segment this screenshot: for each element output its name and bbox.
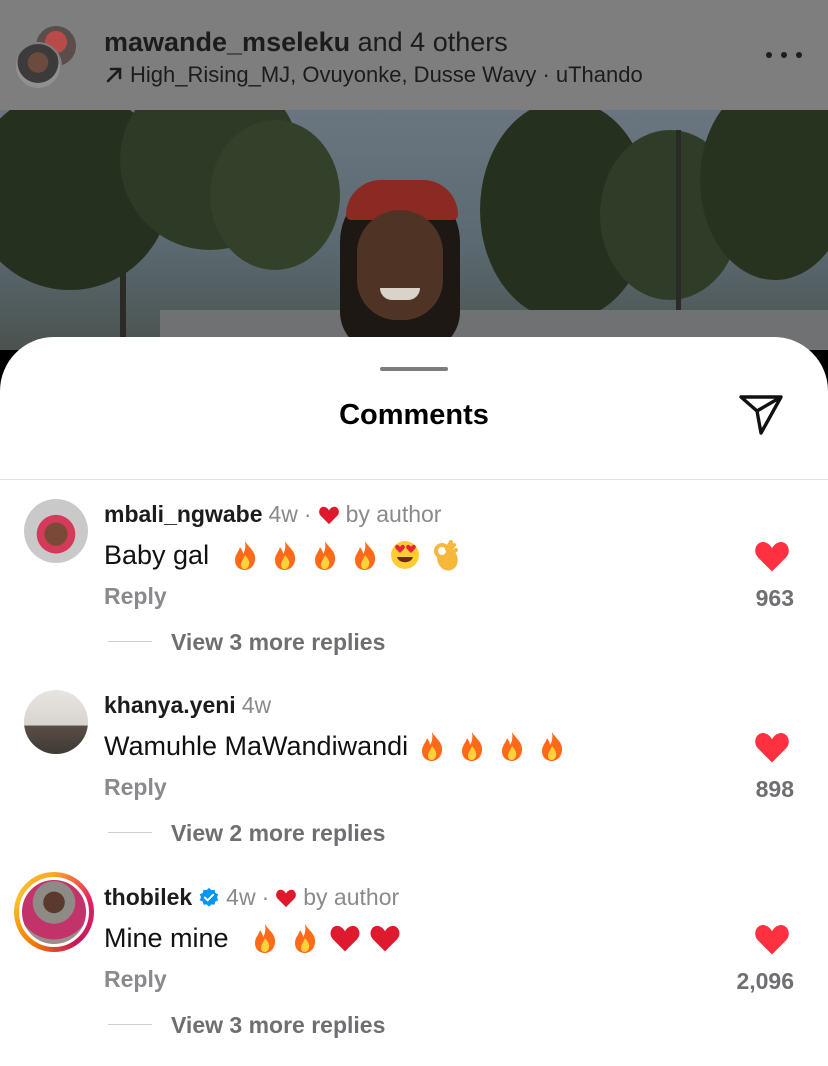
- comment-text-content: Mine mine: [104, 922, 229, 953]
- fire-emoji: [315, 541, 336, 570]
- sheet-title: Comments: [339, 399, 489, 431]
- comment-text-content: Baby gal: [104, 539, 210, 570]
- collaborators-text: High_Rising_MJ, Ovuyonke, Dusse Wavy · u…: [130, 62, 643, 87]
- comment-text-content: Wamuhle MaWandiwandi: [104, 730, 409, 761]
- comments-sheet: Comments mbali_ngwabe 4w · by author Bab…: [0, 337, 828, 1066]
- separator-dot: ·: [303, 501, 312, 527]
- view-replies-button[interactable]: View 3 more replies: [171, 629, 385, 656]
- comment-username[interactable]: khanya.yeni: [104, 692, 236, 719]
- post-photo: [0, 110, 828, 350]
- comment-item: khanya.yeni 4w Wamuhle MaWandiwandi Repl…: [0, 690, 828, 880]
- fire-emoji: [235, 541, 256, 570]
- verified-badge-icon: [200, 887, 219, 907]
- ok-hand-emoji: [434, 540, 459, 571]
- post-author-username[interactable]: mawande_mseleku: [104, 27, 350, 57]
- fire-emoji: [542, 732, 563, 761]
- avatar[interactable]: [24, 690, 88, 754]
- by-author-label: by author: [345, 501, 442, 527]
- reply-button[interactable]: Reply: [104, 966, 167, 993]
- fire-emoji: [422, 732, 443, 761]
- comment-text: Baby gal: [104, 539, 461, 571]
- like-heart-icon[interactable]: [752, 730, 792, 764]
- fire-emoji: [502, 732, 523, 761]
- avatar-story-ring[interactable]: [14, 872, 94, 952]
- heart-eyes-emoji: [391, 541, 420, 569]
- thread-line: [108, 641, 152, 642]
- share-send-icon[interactable]: [737, 391, 785, 437]
- red-heart-emoji: [370, 925, 400, 952]
- post-others-label: and 4 others: [350, 27, 508, 57]
- avatar: [19, 877, 89, 947]
- fire-emoji: [254, 924, 275, 953]
- fire-emoji: [294, 924, 315, 953]
- more-options-icon[interactable]: [766, 40, 802, 70]
- like-count: 2,096: [736, 968, 794, 994]
- avatar[interactable]: [24, 499, 88, 563]
- like-heart-icon[interactable]: [752, 922, 792, 956]
- view-replies-button[interactable]: View 2 more replies: [171, 820, 385, 847]
- post-author-line[interactable]: mawande_mseleku and 4 others: [104, 27, 508, 58]
- arrow-up-right-icon: [106, 67, 122, 83]
- author-liked-heart-icon: [318, 506, 339, 524]
- like-count: 963: [755, 585, 794, 611]
- divider: [0, 479, 828, 480]
- separator-dot: ·: [261, 884, 270, 910]
- thread-line: [108, 832, 152, 833]
- post-subtitle[interactable]: High_Rising_MJ, Ovuyonke, Dusse Wavy · u…: [104, 62, 643, 88]
- comment-time: 4w: [241, 692, 272, 718]
- comment-text: Mine mine: [104, 922, 401, 954]
- collab-avatars[interactable]: [14, 24, 80, 90]
- fire-emoji: [355, 541, 376, 570]
- reply-button[interactable]: Reply: [104, 583, 167, 610]
- red-heart-emoji: [330, 925, 360, 952]
- post-header: mawande_mseleku and 4 others High_Rising…: [0, 0, 828, 110]
- sheet-grabber[interactable]: [380, 367, 448, 371]
- fire-emoji: [275, 541, 296, 570]
- comment-username[interactable]: thobilek: [104, 884, 192, 911]
- comment-time: 4w: [268, 501, 298, 527]
- comment-item: mbali_ngwabe 4w · by author Baby gal Rep…: [0, 499, 828, 689]
- comment-text: Wamuhle MaWandiwandi: [104, 730, 568, 762]
- avatar: [14, 42, 62, 90]
- comment-item: thobilek 4w · by author Mine mine Reply …: [0, 872, 828, 1066]
- like-heart-icon[interactable]: [752, 539, 792, 573]
- comment-time: 4w: [226, 884, 256, 910]
- reply-button[interactable]: Reply: [104, 774, 167, 801]
- by-author-label: by author: [303, 884, 400, 910]
- fire-emoji: [462, 732, 483, 761]
- thread-line: [108, 1024, 152, 1025]
- author-liked-heart-icon: [276, 889, 297, 907]
- like-count: 898: [755, 776, 794, 802]
- comment-username[interactable]: mbali_ngwabe: [104, 501, 262, 528]
- view-replies-button[interactable]: View 3 more replies: [171, 1012, 385, 1039]
